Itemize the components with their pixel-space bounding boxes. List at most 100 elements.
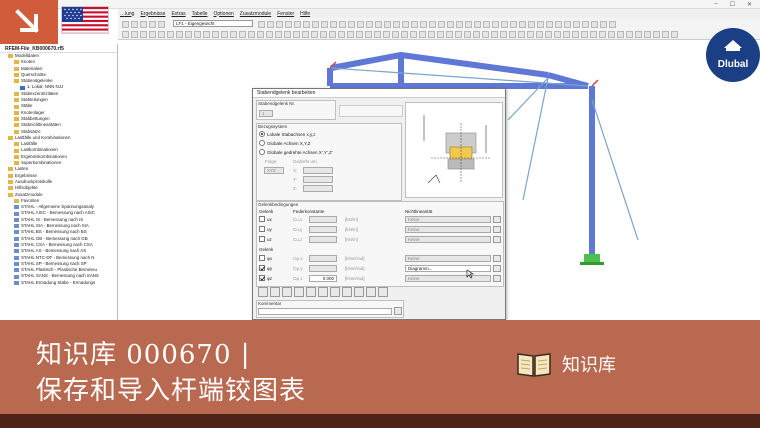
toolbar-button[interactable] [582, 20, 589, 28]
trans-edit-button[interactable] [493, 226, 501, 233]
toolbar-button[interactable] [608, 30, 615, 38]
trans-spring-field[interactable] [309, 216, 337, 223]
toolbar-button[interactable] [564, 20, 571, 28]
trans-nonlinearity-select[interactable]: Keine [405, 236, 491, 243]
trans-spring-field[interactable] [309, 226, 337, 233]
rotation-z-field[interactable] [303, 185, 333, 192]
toolbar-button[interactable] [221, 30, 228, 38]
toolbar-button[interactable] [438, 20, 445, 28]
toolbar-button[interactable] [320, 30, 327, 38]
trans-checkbox[interactable] [259, 236, 265, 242]
toolbar-button[interactable] [131, 30, 138, 38]
loadcase-select[interactable]: LF1 - Eigengewicht [173, 20, 253, 27]
toolbar-button[interactable] [635, 30, 642, 38]
toolbar-button[interactable] [626, 30, 633, 38]
trans-checkbox[interactable] [259, 216, 265, 222]
toolbar-button[interactable] [474, 20, 481, 28]
toolbar-button[interactable] [662, 30, 669, 38]
hinge-preset-button[interactable] [354, 287, 364, 297]
toolbar-button[interactable] [653, 30, 660, 38]
toolbar-button[interactable] [284, 30, 291, 38]
toolbar-button[interactable] [609, 20, 616, 28]
rotation-x-field[interactable] [303, 167, 333, 174]
toolbar-button[interactable] [482, 30, 489, 38]
trans-edit-button[interactable] [493, 216, 501, 223]
toolbar-button[interactable] [275, 30, 282, 38]
hinge-preset-button[interactable] [258, 287, 268, 297]
toolbar-button[interactable] [483, 20, 490, 28]
rot-spring-field[interactable] [309, 265, 337, 272]
toolbar-button[interactable] [167, 30, 174, 38]
radio-global-rotated-axes[interactable] [259, 149, 265, 155]
hinge-preset-button[interactable] [306, 287, 316, 297]
toolbar-button[interactable] [348, 20, 355, 28]
toolbar-button[interactable] [437, 30, 444, 38]
toolbar-button[interactable] [374, 30, 381, 38]
rotation-y-field[interactable] [303, 176, 333, 183]
rot-edit-button[interactable] [493, 255, 501, 262]
toolbar-button[interactable] [383, 30, 390, 38]
toolbar-button[interactable] [276, 20, 283, 28]
toolbar-button[interactable] [491, 30, 498, 38]
comment-library-button[interactable] [394, 307, 402, 315]
toolbar-button[interactable] [293, 30, 300, 38]
minimize-icon[interactable]: – [714, 1, 717, 8]
trans-nonlinearity-select[interactable]: Keine [405, 216, 491, 223]
radio-global-axes[interactable] [259, 140, 265, 146]
toolbar-button[interactable] [464, 30, 471, 38]
toolbar-button[interactable] [644, 30, 651, 38]
toolbar-button[interactable] [203, 30, 210, 38]
rot-checkbox[interactable] [259, 275, 265, 281]
hinge-preset-button[interactable] [330, 287, 340, 297]
toolbar-button[interactable] [419, 30, 426, 38]
menu-item[interactable]: Extras [171, 11, 185, 17]
toolbar-button[interactable] [258, 20, 265, 28]
toolbar-button[interactable] [572, 30, 579, 38]
trans-edit-button[interactable] [493, 236, 501, 243]
hinge-number-field[interactable]: 1 [259, 110, 273, 117]
toolbar-button[interactable] [294, 20, 301, 28]
toolbar-button[interactable] [537, 20, 544, 28]
toolbar-button[interactable] [122, 30, 129, 38]
toolbar-button[interactable] [401, 30, 408, 38]
toolbar-button[interactable] [176, 30, 183, 38]
toolbar-button[interactable] [338, 30, 345, 38]
toolbar-button[interactable] [212, 30, 219, 38]
toolbar-button[interactable] [429, 20, 436, 28]
toolbar-button[interactable] [411, 20, 418, 28]
toolbar-button[interactable] [357, 20, 364, 28]
toolbar-button[interactable] [239, 30, 246, 38]
menu-item[interactable]: …lung [120, 11, 134, 17]
toolbar-button[interactable] [671, 30, 678, 38]
toolbar-button[interactable] [617, 30, 624, 38]
toolbar-button[interactable] [473, 30, 480, 38]
toolbar-button[interactable] [446, 30, 453, 38]
trans-spring-field[interactable] [309, 236, 337, 243]
toolbar-button[interactable] [248, 30, 255, 38]
toolbar-button[interactable] [527, 30, 534, 38]
toolbar-button[interactable] [321, 20, 328, 28]
toolbar-button[interactable] [581, 30, 588, 38]
rot-checkbox[interactable] [259, 255, 265, 261]
toolbar-button[interactable] [365, 30, 372, 38]
toolbar-button[interactable] [536, 30, 543, 38]
toolbar-button[interactable] [266, 30, 273, 38]
toolbar-button[interactable] [500, 30, 507, 38]
toolbar-button[interactable] [185, 30, 192, 38]
toolbar-button[interactable] [311, 30, 318, 38]
toolbar-button[interactable] [492, 20, 499, 28]
hinge-preset-button[interactable] [342, 287, 352, 297]
toolbar-button[interactable] [590, 30, 597, 38]
toolbar-button[interactable] [194, 30, 201, 38]
rot-nonlinearity-select[interactable]: Keine [405, 275, 491, 282]
toolbar-button[interactable] [455, 30, 462, 38]
navigator-item[interactable]: STAHL Ermüdung Stäbe - Ermüdungs [0, 280, 117, 286]
toolbar-button[interactable] [347, 30, 354, 38]
toolbar-button[interactable] [554, 30, 561, 38]
toolbar-button[interactable] [465, 20, 472, 28]
toolbar-button[interactable] [555, 20, 562, 28]
menu-item[interactable]: Fenster [277, 11, 294, 17]
toolbar-button[interactable] [302, 30, 309, 38]
toolbar-button[interactable] [402, 20, 409, 28]
toolbar-button[interactable] [312, 20, 319, 28]
